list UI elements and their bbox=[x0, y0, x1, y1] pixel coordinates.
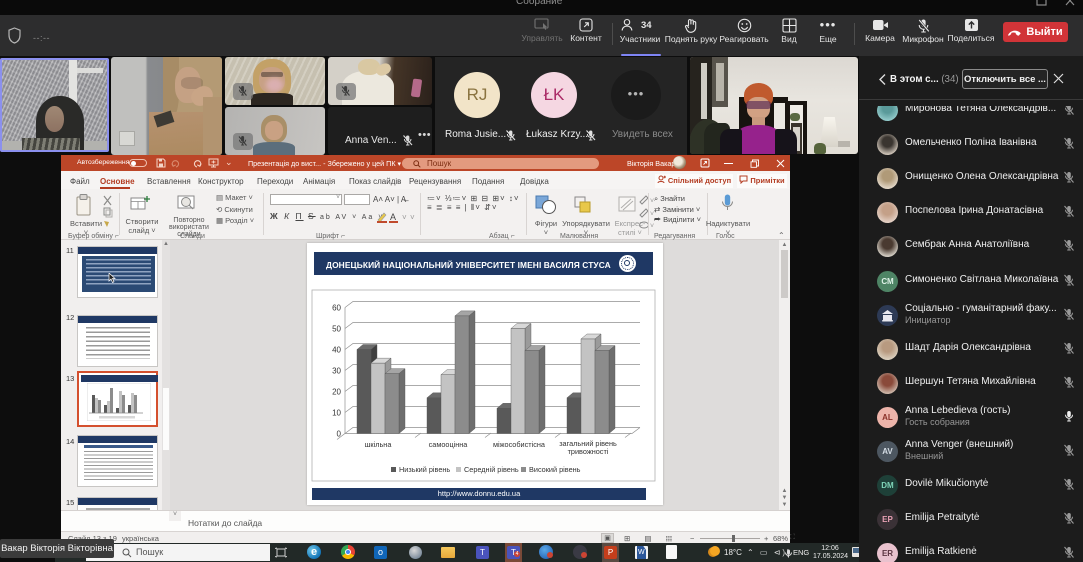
svg-text:˅: ˅ bbox=[410, 213, 415, 222]
svg-text:50: 50 bbox=[332, 325, 341, 334]
svg-text:Середній рівень: Середній рівень bbox=[464, 465, 519, 474]
svg-text:Високий рівень: Високий рівень bbox=[529, 465, 581, 474]
svg-text:60: 60 bbox=[332, 304, 341, 313]
svg-text:30: 30 bbox=[332, 367, 341, 376]
svg-text:тривожності: тривожності bbox=[568, 447, 609, 456]
svg-text:20: 20 bbox=[332, 388, 341, 397]
svg-text:Низький рівень: Низький рівень bbox=[399, 465, 450, 474]
svg-text:˅: ˅ bbox=[402, 213, 407, 222]
svg-text:шкільна: шкільна bbox=[365, 440, 393, 449]
svg-text:самооцінна: самооцінна bbox=[429, 440, 469, 449]
svg-text:міжособистісна: міжособистісна bbox=[493, 440, 546, 449]
svg-text:40: 40 bbox=[332, 346, 341, 355]
svg-text:10: 10 bbox=[332, 409, 341, 418]
svg-text:0: 0 bbox=[337, 430, 342, 439]
svg-text:A: A bbox=[390, 212, 396, 222]
